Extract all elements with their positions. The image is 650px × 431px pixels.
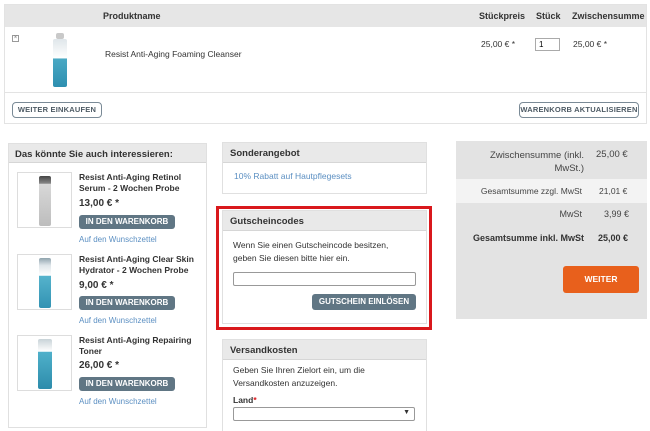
country-select[interactable]: ▼ <box>233 407 415 421</box>
header-unit-price: Stückpreis <box>479 11 526 21</box>
header-product: Produktname <box>103 11 161 21</box>
totals-value: 25,00 € <box>598 233 629 243</box>
suggestion-name[interactable]: Resist Anti-Aging Retinol Serum - 2 Woch… <box>79 172 204 194</box>
suggestion-price: 26,00 € * <box>79 360 120 371</box>
wishlist-link[interactable]: Auf den Wunschzettel <box>79 397 157 406</box>
totals-label: Zwischensumme (inkl. MwSt.) <box>490 150 584 174</box>
header-subtotal: Zwischensumme <box>572 11 645 21</box>
redeem-coupon-button[interactable]: GUTSCHEIN EINLÖSEN <box>312 294 416 310</box>
cart-item-row: × Resist Anti-Aging Foaming Cleanser 25,… <box>5 27 646 93</box>
totals-value: 21,01 € <box>599 186 628 196</box>
country-label-text: Land <box>233 395 254 405</box>
required-mark: * <box>253 395 257 405</box>
wishlist-link[interactable]: Auf den Wunschzettel <box>79 316 157 325</box>
chevron-down-icon: ▼ <box>403 409 410 416</box>
suggestion-name[interactable]: Resist Anti-Aging Repairing Toner <box>79 335 204 357</box>
suggestions-panel: Das könnte Sie auch interessieren: Resis… <box>8 143 207 428</box>
coupon-text: Wenn Sie einen Gutscheincode besitzen, g… <box>233 240 389 263</box>
suggestions-title: Das könnte Sie auch interessieren: <box>9 144 206 163</box>
remove-item-close-icon[interactable]: × <box>12 35 19 42</box>
special-offer-panel: Sonderangebot 10% Rabatt auf Hautpfleges… <box>222 142 427 194</box>
totals-panel: Zwischensumme (inkl. MwSt.) 25,00 € Gesa… <box>456 141 647 319</box>
totals-value: 25,00 € <box>596 149 628 160</box>
cart-item-name[interactable]: Resist Anti-Aging Foaming Cleanser <box>105 49 242 59</box>
cart-header-row: Produktname Stückpreis Stück Zwischensum… <box>5 5 646 27</box>
add-to-cart-button[interactable]: IN DEN WARENKORB <box>79 215 175 229</box>
product-image[interactable] <box>50 33 72 88</box>
totals-value: 3,99 € <box>604 209 630 219</box>
totals-label: Gesamtsumme inkl. MwSt <box>472 233 584 243</box>
suggestion-image[interactable] <box>17 172 72 228</box>
country-label: Land* <box>233 395 257 405</box>
coupon-code-input[interactable] <box>233 272 416 286</box>
shipping-text: Geben Sie Ihren Zielort ein, um die Vers… <box>233 365 365 388</box>
suggestion-image[interactable] <box>17 254 72 310</box>
suggestion-image[interactable] <box>17 335 72 391</box>
cart-item-unit-price: 25,00 € * <box>481 39 516 49</box>
totals-label: Gesamtsumme zzgl. MwSt <box>480 186 582 196</box>
special-offer-link[interactable]: 10% Rabatt auf Hautpflegesets <box>234 171 352 181</box>
shipping-panel: Versandkosten Geben Sie Ihren Zielort ei… <box>222 339 427 431</box>
special-offer-title: Sonderangebot <box>223 143 426 163</box>
suggestion-name[interactable]: Resist Anti-Aging Clear Skin Hydrator - … <box>79 254 204 276</box>
totals-row-subtotal: Zwischensumme (inkl. MwSt.) 25,00 € <box>456 141 647 176</box>
update-cart-button[interactable]: WARENKORB AKTUALISIEREN <box>519 102 639 118</box>
shipping-title: Versandkosten <box>223 340 426 360</box>
totals-row-net: Gesamtsumme zzgl. MwSt 21,01 € <box>456 179 647 203</box>
continue-shopping-button[interactable]: WEITER EINKAUFEN <box>12 102 102 118</box>
totals-label: MwSt <box>559 209 583 219</box>
add-to-cart-button[interactable]: IN DEN WARENKORB <box>79 296 175 310</box>
suggestion-price: 9,00 € * <box>79 280 114 291</box>
coupon-panel: Gutscheincodes Wenn Sie einen Gutscheinc… <box>222 210 427 324</box>
totals-row-vat: MwSt 3,99 € <box>456 203 647 225</box>
add-to-cart-button[interactable]: IN DEN WARENKORB <box>79 377 175 391</box>
checkout-button[interactable]: WEITER <box>563 266 639 293</box>
header-qty: Stück <box>536 11 561 21</box>
suggestion-price: 13,00 € * <box>79 198 120 209</box>
cart-table: Produktname Stückpreis Stück Zwischensum… <box>4 4 647 124</box>
totals-row-grand: Gesamtsumme inkl. MwSt 25,00 € <box>456 227 647 249</box>
cart-item-subtotal: 25,00 € * <box>573 39 608 49</box>
coupon-title: Gutscheincodes <box>223 211 426 231</box>
wishlist-link[interactable]: Auf den Wunschzettel <box>79 235 157 244</box>
quantity-input[interactable] <box>535 38 560 51</box>
